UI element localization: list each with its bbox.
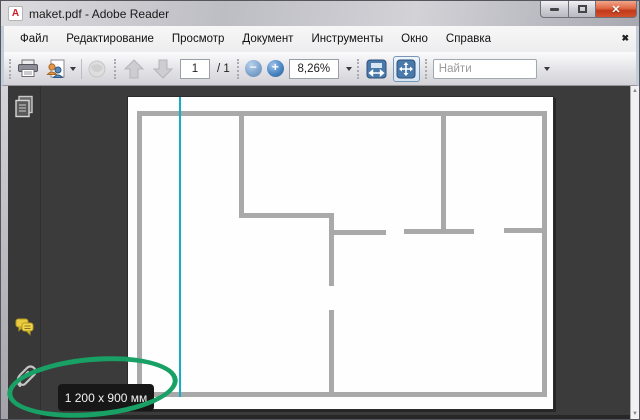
wall-segment bbox=[504, 228, 542, 233]
pdf-file-icon: A bbox=[8, 6, 23, 21]
zoom-dropdown-arrow[interactable] bbox=[346, 67, 352, 71]
fit-page-button[interactable] bbox=[393, 56, 420, 82]
toolbar-grip[interactable] bbox=[425, 59, 428, 79]
globe-icon bbox=[87, 59, 109, 79]
minimize-icon bbox=[550, 8, 559, 11]
maximize-icon bbox=[578, 5, 587, 13]
fit-width-button[interactable] bbox=[365, 58, 388, 80]
window-controls: ✕ bbox=[540, 1, 637, 18]
menubar-close-icon[interactable]: ✖ bbox=[621, 33, 629, 44]
search-input[interactable] bbox=[433, 59, 537, 79]
menu-edit[interactable]: Редактирование bbox=[57, 29, 163, 49]
up-arrow-icon bbox=[122, 58, 146, 80]
content-area: ▲ ▼ 1 200 x 900 мм bbox=[1, 86, 639, 419]
pages-icon bbox=[14, 95, 35, 120]
floorplan-outer-wall bbox=[137, 111, 547, 397]
print-button[interactable] bbox=[17, 59, 39, 78]
comments-icon bbox=[14, 317, 35, 338]
comments-panel-button[interactable] bbox=[14, 317, 35, 341]
wall-segment bbox=[441, 116, 446, 234]
close-icon: ✕ bbox=[611, 3, 620, 16]
window-left-border bbox=[1, 86, 8, 419]
zoom-out-button[interactable]: − bbox=[245, 60, 262, 77]
title-bar: A maket.pdf - Adobe Reader ✕ bbox=[1, 1, 639, 26]
toolbar-grip[interactable] bbox=[9, 59, 12, 79]
down-arrow-icon bbox=[151, 58, 175, 80]
pdf-page[interactable] bbox=[127, 96, 554, 410]
menu-view[interactable]: Просмотр bbox=[163, 29, 234, 49]
toolbar-grip[interactable] bbox=[357, 59, 360, 79]
wall-segment bbox=[334, 230, 386, 235]
collaborate-dropdown-arrow[interactable] bbox=[70, 67, 76, 71]
next-page-button-disabled bbox=[151, 58, 175, 80]
wall-segment bbox=[239, 213, 334, 218]
scroll-down-icon[interactable]: ▼ bbox=[632, 411, 638, 417]
menu-window[interactable]: Окно bbox=[392, 29, 437, 49]
page-count-label: / 1 bbox=[215, 63, 232, 75]
pages-panel-button[interactable] bbox=[14, 95, 35, 123]
collaborate-button[interactable] bbox=[44, 59, 76, 79]
menu-help[interactable]: Справка bbox=[437, 29, 500, 49]
toolbar-separator bbox=[81, 59, 82, 79]
menu-tools[interactable]: Инструменты bbox=[302, 29, 392, 49]
collaborate-icon bbox=[44, 59, 68, 79]
zoom-level-input[interactable] bbox=[289, 59, 339, 79]
maximize-button[interactable] bbox=[569, 1, 596, 18]
search-dropdown-arrow[interactable] bbox=[544, 67, 550, 71]
wall-segment bbox=[329, 310, 334, 392]
guide-line bbox=[179, 97, 181, 397]
wall-segment bbox=[404, 229, 474, 234]
window-bottom-edge bbox=[41, 415, 630, 419]
toolbar-grip[interactable] bbox=[237, 59, 240, 79]
vertical-scrollbar[interactable]: ▲ ▼ bbox=[630, 86, 639, 419]
window-title: maket.pdf - Adobe Reader bbox=[29, 7, 169, 21]
scroll-up-icon[interactable]: ▲ bbox=[632, 88, 638, 94]
fit-width-icon bbox=[366, 59, 387, 79]
printer-icon bbox=[17, 59, 39, 78]
minimize-button[interactable] bbox=[540, 1, 569, 18]
page-number-input[interactable] bbox=[180, 59, 210, 79]
wall-segment bbox=[329, 218, 334, 286]
fit-page-icon bbox=[396, 59, 416, 79]
wall-segment bbox=[239, 116, 244, 218]
share-button-disabled bbox=[87, 59, 109, 79]
menu-bar: Файл Редактирование Просмотр Документ Ин… bbox=[1, 26, 639, 52]
toolbar: / 1 − + bbox=[1, 52, 639, 86]
adobe-reader-window: A maket.pdf - Adobe Reader ✕ Файл Редакт… bbox=[0, 0, 640, 420]
toolbar-grip[interactable] bbox=[114, 59, 117, 79]
menu-document[interactable]: Документ bbox=[233, 29, 302, 49]
zoom-in-button[interactable]: + bbox=[267, 60, 284, 77]
previous-page-button-disabled bbox=[122, 58, 146, 80]
close-button[interactable]: ✕ bbox=[596, 1, 637, 18]
menu-file[interactable]: Файл bbox=[11, 29, 57, 49]
